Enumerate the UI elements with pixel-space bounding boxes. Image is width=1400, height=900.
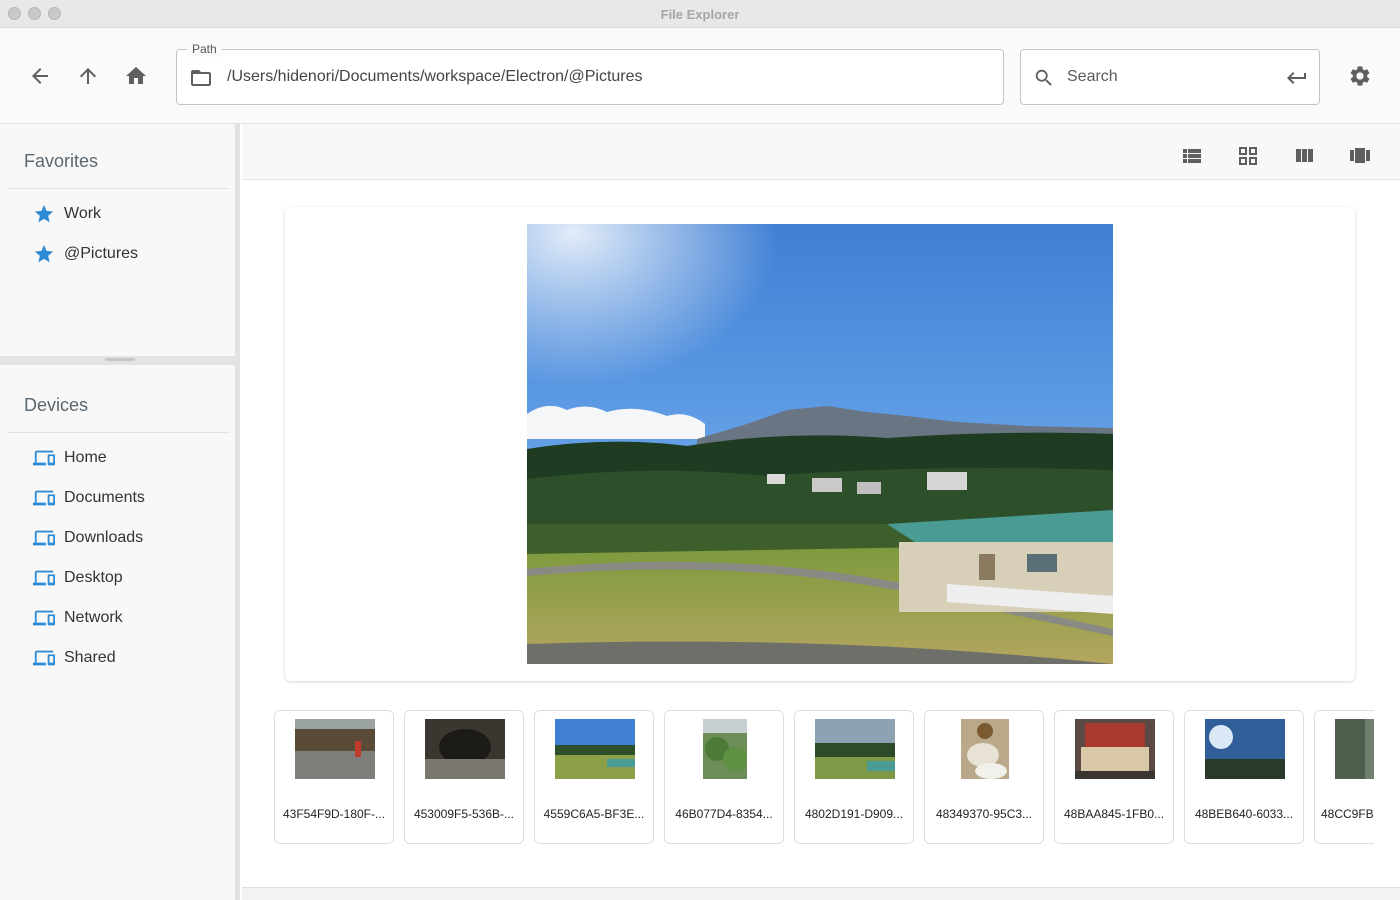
preview-image[interactable] [527,224,1113,664]
thumbnail-label: 46B077D4-8354... [675,807,773,821]
devices-title: Devices [24,395,89,415]
sidebar-item-shared[interactable]: Shared [8,640,230,676]
sidebar-item-documents[interactable]: Documents [8,480,230,516]
thumbnail-strip: 43F54F9D-180F-... 453009F5-536B-... 4559… [274,709,1374,845]
thumbnail-label: 4802D191-D909... [804,807,904,821]
thumbnail-image [425,719,505,779]
drag-grip-icon [105,358,135,361]
thumbnail[interactable]: 48CC9FB [1314,710,1374,844]
star-icon [32,242,56,266]
sidebar-item-label: Work [64,205,102,222]
gallery-content: 43F54F9D-180F-... 453009F5-536B-... 4559… [242,181,1400,887]
thumbnail-label: 4559C6A5-BF3E... [543,807,645,821]
thumbnail-image [1205,719,1285,779]
folder-icon [189,66,213,90]
window-title: File Explorer [660,7,740,22]
thumbnail[interactable]: 453009F5-536B-... [404,710,524,844]
computer-icon [32,446,56,470]
settings-button[interactable] [1348,64,1372,88]
enter-icon[interactable] [1285,66,1309,90]
divider [8,432,230,433]
sidebar: Favorites Work @Pictures Devices Home Do… [0,124,238,900]
divider [8,188,230,189]
thumbnail-image [555,719,635,779]
thumbnail[interactable]: 48349370-95C3... [924,710,1044,844]
thumbnail-image [1335,719,1374,779]
thumbnail-label: 48BAA845-1FB0... [1063,807,1165,821]
thumbnail-label: 48CC9FB [1321,807,1374,821]
computer-icon [32,606,56,630]
search-field [1020,49,1320,105]
gear-icon [1350,66,1370,86]
star-icon [32,202,56,226]
sidebar-item-home[interactable]: Home [8,440,230,476]
search-input[interactable] [1067,50,1277,104]
up-button[interactable] [76,64,100,88]
path-input[interactable] [227,50,987,104]
arrow-up-icon [80,68,96,84]
grid-view-button[interactable] [1236,144,1260,168]
preview-card [285,207,1355,681]
thumbnail[interactable]: 4559C6A5-BF3E... [534,710,654,844]
thumbnail-label: 48349370-95C3... [935,807,1033,821]
sidebar-item-label: Documents [64,489,145,506]
sidebar-item-pictures[interactable]: @Pictures [8,236,230,272]
computer-icon [32,566,56,590]
home-icon [126,67,146,84]
thumbnail-label: 453009F5-536B-... [413,807,515,821]
thumbnail-image [961,719,1009,779]
thumbnail-image [815,719,895,779]
favorites-title: Favorites [24,151,99,171]
sidebar-item-label: Home [64,449,107,466]
search-icon [1033,67,1055,89]
grid-view-icon [1239,147,1257,165]
path-label: Path [187,41,222,57]
sidebar-item-label: Shared [64,649,116,666]
column-view-button[interactable] [1292,144,1316,168]
thumbnail-label: 43F54F9D-180F-... [282,807,386,821]
sidebar-item-downloads[interactable]: Downloads [8,520,230,556]
bottom-scrollbar[interactable] [242,887,1400,900]
thumbnail-image [295,719,375,779]
thumbnail-image [703,719,747,779]
thumbnail-image [1075,719,1155,779]
thumbnail[interactable]: 46B077D4-8354... [664,710,784,844]
window-titlebar: File Explorer [0,0,1400,28]
list-view-icon [1183,149,1201,163]
column-view-icon [1296,149,1313,162]
toolbar: Path [0,28,1400,124]
thumbnail[interactable]: 43F54F9D-180F-... [274,710,394,844]
list-view-button[interactable] [1180,144,1204,168]
thumbnail[interactable]: 4802D191-D909... [794,710,914,844]
thumbnail[interactable]: 48BAA845-1FB0... [1054,710,1174,844]
view-mode-bar [242,124,1400,180]
sidebar-item-label: Desktop [64,569,123,586]
thumbnail[interactable]: 48BEB640-6033... [1184,710,1304,844]
path-field: Path [176,41,1004,105]
home-button[interactable] [124,64,148,88]
sidebar-item-network[interactable]: Network [8,600,230,636]
sidebar-resize-handle[interactable] [235,124,240,900]
computer-icon [32,526,56,550]
sidebar-split-handle[interactable] [0,356,238,365]
back-button[interactable] [28,64,52,88]
sidebar-item-desktop[interactable]: Desktop [8,560,230,596]
sidebar-item-label: Downloads [64,529,144,546]
sidebar-item-label: @Pictures [64,245,139,262]
arrow-left-icon [32,68,48,84]
thumbnail-label: 48BEB640-6033... [1194,807,1294,821]
computer-icon [32,646,56,670]
sidebar-item-label: Network [64,609,123,626]
gallery-view-icon [1350,148,1370,163]
gallery-view-button[interactable] [1348,144,1372,168]
sidebar-item-work[interactable]: Work [8,196,230,232]
computer-icon [32,486,56,510]
